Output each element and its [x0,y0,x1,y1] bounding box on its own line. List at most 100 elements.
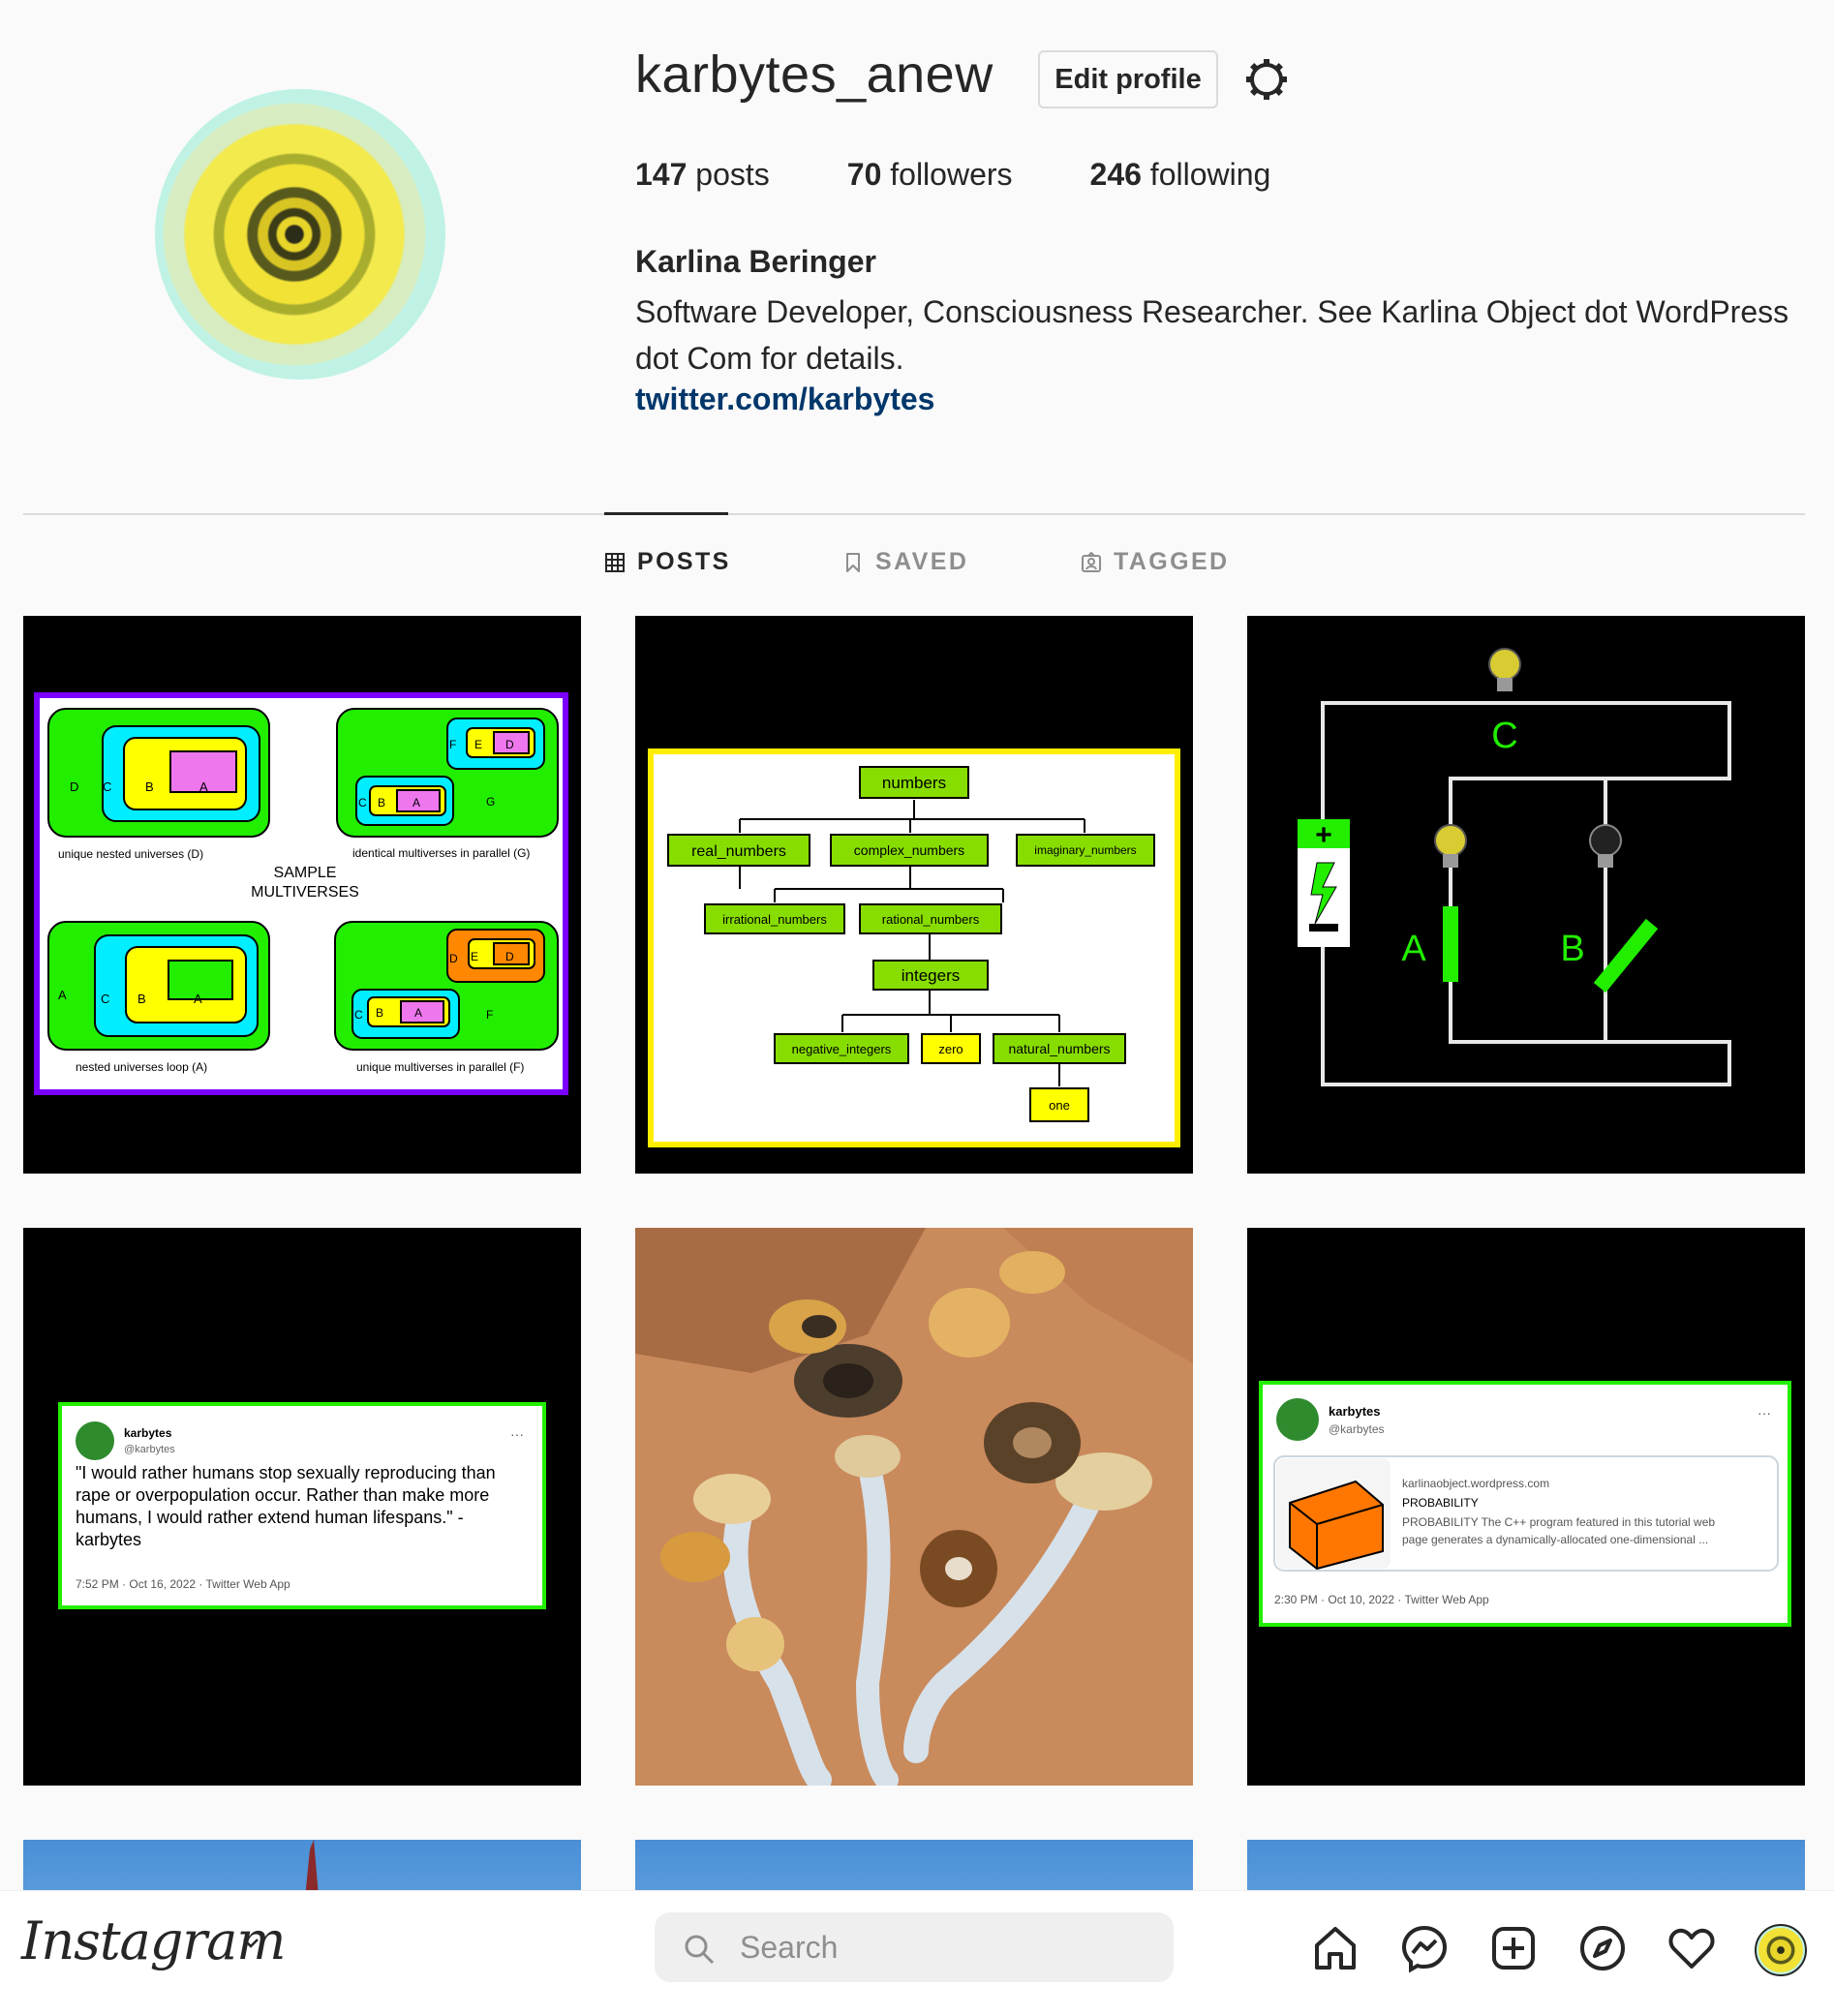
bookmark-icon [846,552,860,572]
post-tweet-quote[interactable]: karbytes @karbytes ··· "I would rather h… [23,1228,581,1786]
mv-title-line2: MULTIVERSES [251,884,359,901]
new-post-icon[interactable] [1489,1924,1538,1972]
profile-bio: Software Developer, Consciousness Resear… [635,294,1789,376]
mv-label-f-tr: F [449,738,456,751]
profile-full-name: Karlina Beringer [635,244,876,279]
tweet2-handle: @karbytes [1329,1422,1385,1436]
mv-label-a-tr: A [413,796,420,809]
mv-caption-br: unique multiverses in parallel (F) [356,1060,524,1074]
mv-label-c-bl: C [101,992,109,1006]
mv-title-line1: SAMPLE [274,865,337,881]
activity-heart-icon[interactable] [1667,1924,1716,1972]
tweet1-more-icon: ··· [510,1426,524,1442]
followers-label: followers [890,157,1013,192]
posts-label: posts [695,157,770,192]
posts-stat: 147 posts [635,157,770,193]
tagged-icon [1082,551,1101,572]
tab-saved-label: SAVED [875,548,969,575]
mv-label-c-tl: C [103,779,111,794]
num-integers: integers [902,966,960,985]
tweet2-card-desc-2: page generates a dynamically-allocated o… [1402,1533,1708,1546]
mv-label-b-bl: B [138,992,146,1006]
tweet1-name: karbytes [124,1426,172,1440]
circuit-label-c: C [1491,716,1517,756]
num-rational: rational_numbers [882,912,980,927]
num-one: one [1049,1098,1070,1113]
circuit-label-b: B [1560,929,1584,969]
tab-posts-label: POSTS [637,548,731,575]
mv-label-d-br: D [449,952,458,965]
mv-label-e-tr: E [474,738,482,751]
search-input[interactable] [740,1922,1146,1972]
mv-label-b-tl: B [145,779,154,794]
chevron-down-icon[interactable] [240,1932,261,1953]
search-icon [685,1935,715,1965]
circuit-label-a: A [1401,929,1426,969]
post-tweet-link-card[interactable]: karbytes @karbytes ··· karlinaobject.wor… [1247,1228,1805,1786]
following-count: 246 [1089,157,1142,192]
svg-text:+: + [1315,819,1332,851]
followers-stat[interactable]: 70 followers [847,157,1013,193]
mv-label-a-bl: A [58,988,67,1002]
grid-icon [605,552,625,572]
num-root: numbers [882,774,946,792]
num-negative: negative_integers [792,1042,892,1056]
bottom-nav-bar: Instagram [0,1890,1834,2016]
mv-label-d-tr: D [505,738,514,751]
profile-avatar[interactable] [155,89,445,380]
following-label: following [1149,157,1271,192]
active-tab-indicator [604,512,728,515]
tweet1-text: "I would rather humans stop sexually rep… [76,1463,496,1549]
home-icon[interactable] [1311,1924,1360,1972]
mv-label-f-br: F [486,1008,493,1022]
post-mushrooms-photo[interactable] [635,1228,1193,1786]
edit-profile-button[interactable]: Edit profile [1038,50,1218,108]
mv-label-e-br: E [471,950,478,963]
tweet1-handle: @karbytes [124,1444,175,1455]
tweet2-name: karbytes [1329,1404,1380,1419]
mv-label-d-tl: D [70,779,78,794]
tweet2-card-title: PROBABILITY [1402,1496,1479,1510]
mv-label-a-br: A [414,1006,422,1020]
mv-label-b-tr: B [378,796,385,809]
explore-icon[interactable] [1578,1924,1627,1972]
tabs-divider [23,513,1805,515]
settings-gear-icon[interactable] [1243,56,1290,103]
num-irrational: irrational_numbers [722,912,827,927]
profile-page: karbytes_anew Edit profile 147 posts 70 … [0,0,1834,2016]
tab-saved[interactable]: SAVED [842,548,968,576]
post-multiverses[interactable]: D C B A unique nested universes (D) F E … [23,616,581,1174]
search-box[interactable] [655,1912,1174,1982]
post-circuit[interactable]: + C A B [1247,616,1805,1174]
mv-label-d-inner-br: D [505,950,514,963]
mv-label-a-tl: A [199,779,208,794]
profile-username: karbytes_anew [635,46,993,104]
post-numbers-tree[interactable]: numbers real_numbers complex_numbers ima… [635,616,1193,1174]
mv-label-g-tr: G [486,795,495,809]
mv-caption-tl: unique nested universes (D) [58,847,203,861]
messenger-icon[interactable] [1400,1924,1449,1972]
tweet2-more-icon: ··· [1758,1405,1771,1420]
mv-caption-bl: nested universes loop (A) [76,1060,207,1074]
mv-caption-tr: identical multiverses in parallel (G) [352,846,530,860]
num-real: real_numbers [691,843,786,860]
profile-link[interactable]: twitter.com/karbytes [635,382,934,417]
tweet2-meta: 2:30 PM · Oct 10, 2022 · Twitter Web App [1274,1593,1489,1606]
num-natural: natural_numbers [1008,1041,1110,1056]
mv-label-b-br: B [376,1006,383,1020]
num-zero: zero [938,1042,963,1056]
tab-tagged-label: TAGGED [1114,548,1230,575]
tweet1-meta: 7:52 PM · Oct 16, 2022 · Twitter Web App [76,1577,290,1591]
mv-label-c-br: C [354,1008,363,1022]
following-stat[interactable]: 246 following [1090,157,1271,193]
tweet2-card-domain: karlinaobject.wordpress.com [1402,1477,1549,1490]
followers-count: 70 [846,157,882,192]
mv-label-c-tr: C [358,796,367,809]
profile-stats: 147 posts 70 followers 246 following [635,157,1348,193]
tab-tagged[interactable]: TAGGED [1081,548,1230,576]
tab-posts[interactable]: POSTS [604,548,731,576]
num-imaginary: imaginary_numbers [1034,843,1136,857]
profile-avatar-nav[interactable] [1755,1924,1807,1976]
num-complex: complex_numbers [854,842,964,858]
tweet2-card-desc-1: PROBABILITY The C++ program featured in … [1402,1515,1715,1529]
